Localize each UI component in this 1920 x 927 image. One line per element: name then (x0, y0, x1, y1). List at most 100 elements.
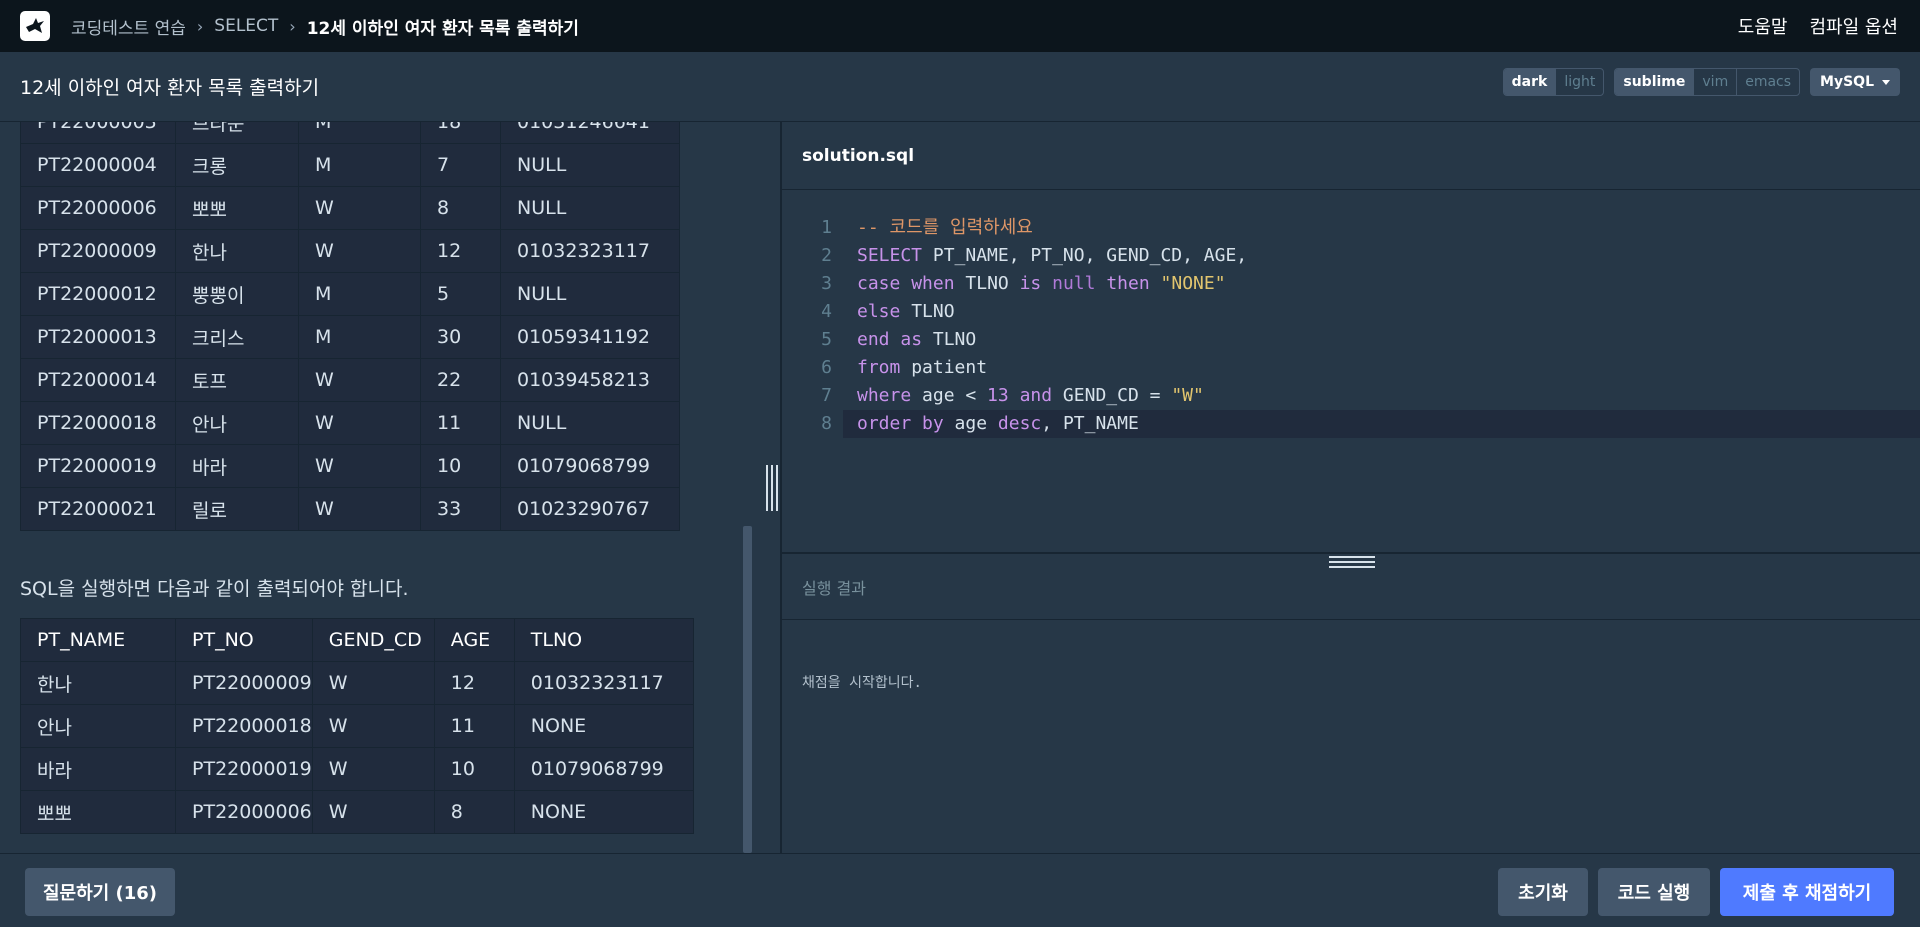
table-cell: 바라 (175, 444, 299, 488)
table-cell: 12 (420, 229, 501, 273)
line-number: 2 (821, 245, 832, 266)
table-row: PT22000012 뿡뿡이 M 5 NULL (20, 272, 680, 316)
table-cell: 33 (420, 487, 501, 531)
code-line[interactable]: 3 case when TLNO is null then "NONE" (782, 270, 1920, 298)
breadcrumb-item-select[interactable]: SELECT (214, 16, 278, 36)
code-line-text: end as TLNO (857, 329, 977, 350)
breadcrumb-item-practice[interactable]: 코딩테스트 연습 (71, 14, 186, 39)
expected-output-note: SQL을 실행하면 다음과 같이 출력되어야 합니다. (20, 578, 409, 600)
keymap-vim-option[interactable]: vim (1693, 69, 1736, 95)
submit-button[interactable]: 제출 후 채점하기 (1720, 868, 1894, 916)
table-cell: NONE (513, 704, 694, 748)
column-header: GEND_CD (311, 618, 435, 662)
code-line[interactable]: 7 where age < 13 and GEND_CD = "W" (782, 382, 1920, 410)
table-cell: W (298, 358, 421, 402)
code-line[interactable]: 6 from patient (782, 354, 1920, 382)
code-line[interactable]: 1 -- 코드를 입력하세요 (782, 214, 1920, 242)
table-cell: 01032323117 (500, 229, 680, 273)
compile-options-link[interactable]: 컴파일 옵션 (1809, 13, 1898, 39)
table-cell: 01059341192 (500, 315, 680, 359)
chevron-right-icon: › (196, 16, 204, 36)
table-cell: PT22000021 (20, 487, 176, 531)
table-row: PT22000019 바라 W 10 01079068799 (20, 444, 680, 488)
theme-dark-option[interactable]: dark (1503, 69, 1556, 95)
code-line[interactable]: 4 else TLNO (782, 298, 1920, 326)
table-cell: 12 (433, 661, 515, 705)
table-cell: PT22000009 (175, 661, 313, 705)
table-row: PT22000006 뽀뽀 W 8 NULL (20, 186, 680, 230)
table-cell: 크리스 (175, 315, 299, 359)
table-row: 한나 PT22000009 W 12 01032323117 (20, 661, 694, 705)
table-row: PT22000021 릴로 W 33 01023290767 (20, 487, 680, 531)
table-cell: 8 (433, 790, 515, 834)
table-row: 바라 PT22000019 W 10 01079068799 (20, 747, 694, 791)
code-line-active[interactable]: 8 order by age desc, PT_NAME (821, 410, 1920, 438)
table-cell: W (311, 790, 435, 834)
table-row: PT22000009 한나 W 12 01032323117 (20, 229, 680, 273)
theme-light-option[interactable]: light (1555, 69, 1603, 95)
breadcrumb-current: 12세 이하인 여자 환자 목록 출력하기 (306, 18, 579, 39)
code-line-text: SELECT PT_NAME, PT_NO, GEND_CD, AGE, (857, 245, 1248, 266)
table-cell: 5 (420, 272, 501, 316)
breadcrumb: 코딩테스트 연습 › SELECT › 12세 이하인 여자 환자 목록 출력하… (71, 14, 579, 39)
table-row: 안나 PT22000018 W 11 NONE (20, 704, 694, 748)
table-cell: PT22000006 (20, 186, 176, 230)
table-cell: W (298, 487, 421, 531)
table-cell: 한나 (175, 229, 299, 273)
table-cell: NULL (500, 186, 680, 230)
table-row: PT22000003 브라운 M 18 01031246641 (20, 122, 680, 144)
code-editor: solution.sql 1 -- 코드를 입력하세요 2 SELECT PT_NA… (782, 122, 1920, 552)
table-cell: 뽀뽀 (20, 790, 176, 834)
line-number: 6 (821, 357, 832, 378)
language-select[interactable]: MySQL (1810, 68, 1900, 96)
table-cell: PT22000012 (20, 272, 176, 316)
table-cell: 30 (420, 315, 501, 359)
run-code-button[interactable]: 코드 실행 (1598, 868, 1710, 916)
line-number: 8 (821, 413, 832, 434)
table-cell: 뿡뿡이 (175, 272, 299, 316)
table-cell: NULL (500, 401, 680, 445)
code-line-text: else TLNO (857, 301, 955, 322)
code-line[interactable]: 5 end as TLNO (782, 326, 1920, 354)
code-line-text: from patient (857, 357, 988, 378)
table-cell: 18 (420, 122, 501, 144)
table-cell: M (298, 122, 421, 144)
column-header: PT_NAME (20, 618, 176, 662)
table-cell: 01031246641 (500, 122, 680, 144)
code-line-text: -- 코드를 입력하세요 (857, 217, 1033, 238)
reset-button[interactable]: 초기화 (1498, 868, 1588, 916)
table-cell: NONE (513, 790, 694, 834)
ask-question-button[interactable]: 질문하기 (16) (25, 868, 175, 916)
column-header: PT_NO (175, 618, 313, 662)
table-cell: M (298, 315, 421, 359)
keymap-toggle: sublime vim emacs (1614, 68, 1801, 96)
line-number: 1 (821, 217, 832, 238)
table-cell: 11 (420, 401, 501, 445)
table-cell: 한나 (20, 661, 176, 705)
description-scrollbar[interactable] (743, 526, 752, 853)
table-cell: 바라 (20, 747, 176, 791)
table-cell: PT22000006 (175, 790, 313, 834)
table-cell: 안나 (20, 704, 176, 748)
column-header: AGE (433, 618, 515, 662)
table-cell: PT22000019 (20, 444, 176, 488)
table-cell: 토프 (175, 358, 299, 402)
footer-bar: 질문하기 (16) 초기화 코드 실행 제출 후 채점하기 (0, 853, 1920, 927)
table-cell: 10 (420, 444, 501, 488)
code-line[interactable]: 2 SELECT PT_NAME, PT_NO, GEND_CD, AGE, (782, 242, 1920, 270)
table-cell: 22 (420, 358, 501, 402)
code-line-text: order by age desc, PT_NAME (857, 413, 1139, 434)
table-cell: 7 (420, 143, 501, 187)
vertical-splitter-handle-icon[interactable] (766, 465, 780, 511)
table-cell: 10 (433, 747, 515, 791)
table-cell: W (298, 444, 421, 488)
keymap-sublime-option[interactable]: sublime (1615, 69, 1694, 95)
code-area[interactable]: 1 -- 코드를 입력하세요 2 SELECT PT_NAME, PT_NO, GE… (782, 214, 1920, 438)
table-cell: NULL (500, 272, 680, 316)
keymap-emacs-option[interactable]: emacs (1736, 69, 1799, 95)
logo-icon[interactable] (20, 11, 50, 41)
help-link[interactable]: 도움말 (1738, 13, 1788, 39)
editor-filename: solution.sql (802, 145, 915, 166)
table-cell: PT22000009 (20, 229, 176, 273)
top-navigation: 코딩테스트 연습 › SELECT › 12세 이하인 여자 환자 목록 출력하… (0, 0, 1920, 52)
